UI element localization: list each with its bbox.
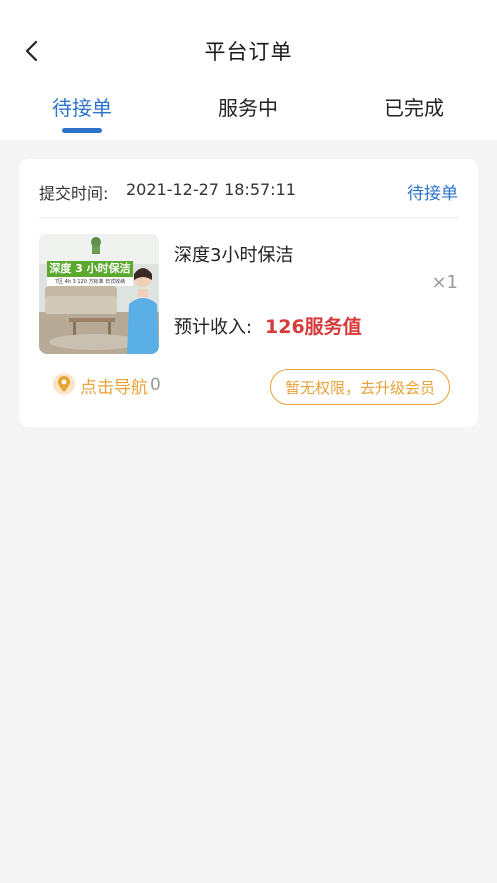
thumbnail-sub-text: 7区 4h 3 120 方标准 日式收纳 bbox=[54, 279, 126, 285]
page-title: 平台订单 bbox=[204, 40, 293, 64]
navigate-label: 点击导航 bbox=[80, 377, 148, 398]
active-tab-indicator bbox=[62, 128, 102, 133]
quantity: ×1 bbox=[431, 272, 458, 293]
income-label: 预计收入: bbox=[174, 317, 253, 338]
navigate-link[interactable]: 点击导航 0 bbox=[52, 372, 161, 398]
order-card[interactable]: 提交时间: 2021-12-27 18:57:11 待接单 深度 3 小时保洁 … bbox=[19, 159, 478, 427]
order-status: 待接单 bbox=[407, 184, 458, 204]
upgrade-member-button[interactable]: 暂无权限，去升级会员 bbox=[270, 369, 450, 405]
tab-bar: 待接单 服务中 已完成 bbox=[0, 92, 497, 132]
thumbnail-banner-text: 深度 3 小时保洁 bbox=[49, 262, 131, 275]
product-name: 深度3小时保洁 bbox=[174, 245, 294, 266]
tab-pending[interactable]: 待接单 bbox=[52, 92, 112, 121]
tab-in-service[interactable]: 服务中 bbox=[218, 92, 278, 121]
tab-completed[interactable]: 已完成 bbox=[384, 92, 444, 121]
top-bar: 平台订单 待接单 服务中 已完成 bbox=[0, 0, 497, 140]
income-value: 126服务值 bbox=[265, 316, 362, 338]
submit-time-value: 2021-12-27 18:57:11 bbox=[126, 180, 296, 199]
navigate-count: 0 bbox=[150, 375, 161, 395]
divider bbox=[39, 217, 458, 218]
location-pin-icon bbox=[53, 373, 75, 395]
product-thumbnail[interactable]: 深度 3 小时保洁 7区 4h 3 120 方标准 日式收纳 bbox=[39, 234, 159, 354]
submit-time-label: 提交时间: bbox=[39, 184, 109, 203]
